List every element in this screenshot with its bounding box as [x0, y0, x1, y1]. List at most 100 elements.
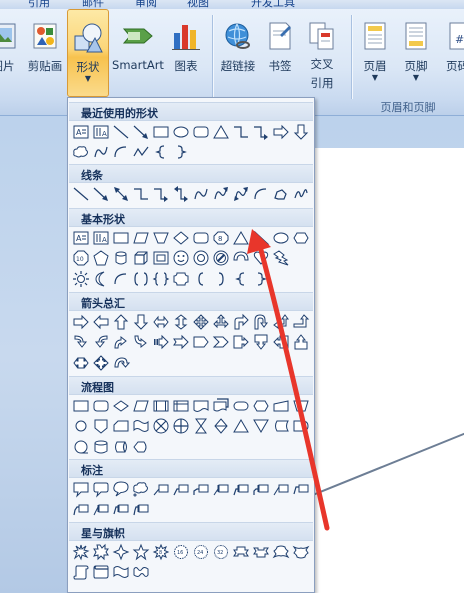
line-callout-1-icon[interactable] — [151, 479, 170, 498]
star-4-icon[interactable] — [111, 542, 130, 561]
explosion-2-icon[interactable] — [91, 542, 110, 561]
freeform-icon[interactable] — [271, 184, 290, 203]
double-wave-icon[interactable] — [131, 563, 150, 582]
rounded-rect-icon[interactable] — [191, 122, 210, 141]
page-number-button[interactable]: # 页码 — [440, 9, 464, 97]
curved-up-arrow-icon[interactable] — [111, 333, 130, 352]
line-callout-1c-icon[interactable] — [271, 479, 290, 498]
scribble-icon[interactable] — [291, 184, 310, 203]
lightning-icon[interactable] — [271, 249, 290, 268]
document-icon[interactable] — [191, 396, 210, 415]
elbow-double-arrow-icon[interactable] — [171, 184, 190, 203]
merge-icon[interactable] — [251, 417, 270, 436]
elbow-arrow-icon[interactable] — [151, 184, 170, 203]
connector-icon[interactable] — [71, 417, 90, 436]
textbox-icon[interactable]: A — [71, 122, 90, 141]
rounded-rect-icon[interactable] — [191, 228, 210, 247]
tab-view[interactable]: 视图 — [187, 0, 209, 9]
plaque-icon[interactable] — [171, 269, 190, 288]
cloud-callout-icon[interactable] — [131, 479, 150, 498]
left-arrow-icon[interactable] — [91, 312, 110, 331]
pentagon-icon[interactable] — [91, 249, 110, 268]
block-arc-icon[interactable] — [231, 249, 250, 268]
left-brace-icon[interactable] — [231, 269, 250, 288]
down-arrow-icon[interactable] — [291, 122, 310, 141]
u-turn-arrow-icon[interactable] — [251, 312, 270, 331]
line-callout-3b-icon[interactable] — [251, 479, 270, 498]
curved-left-arrow-icon[interactable] — [91, 333, 110, 352]
right-brace-icon[interactable] — [171, 143, 190, 162]
horizontal-scroll-icon[interactable] — [91, 563, 110, 582]
chevron-icon[interactable] — [211, 333, 230, 352]
line-callout-3d-icon[interactable] — [131, 500, 150, 519]
data-icon[interactable] — [131, 396, 150, 415]
line-callout-3-icon[interactable] — [191, 479, 210, 498]
line-callout-2-icon[interactable] — [171, 479, 190, 498]
vertical-scroll-icon[interactable] — [71, 563, 90, 582]
parallelogram-icon[interactable] — [131, 228, 150, 247]
magnetic-disk-icon[interactable] — [91, 437, 110, 456]
left-right-up-arrow-icon[interactable] — [211, 312, 230, 331]
star-24-icon[interactable]: 24 — [191, 542, 210, 561]
bookmark-button[interactable]: 书签 — [262, 9, 298, 97]
vtextbox-icon[interactable]: A — [91, 228, 110, 247]
line-callout-2b-icon[interactable] — [231, 479, 250, 498]
left-up-arrow-icon[interactable] — [271, 312, 290, 331]
picture-button[interactable]: 图片 — [0, 9, 20, 97]
line-callout-3c-icon[interactable] — [71, 500, 90, 519]
triangle-icon[interactable] — [231, 228, 250, 247]
line-icon[interactable] — [111, 122, 130, 141]
right-arrow-callout-icon[interactable] — [231, 333, 250, 352]
brace-pair-icon[interactable] — [151, 269, 170, 288]
or-icon[interactable] — [171, 417, 190, 436]
crossref-button[interactable]: 交叉 引用 — [300, 9, 344, 97]
line-icon[interactable] — [71, 184, 90, 203]
collate-icon[interactable] — [191, 417, 210, 436]
up-ribbon-icon[interactable] — [231, 542, 250, 561]
tab-mailings[interactable]: 邮件 — [82, 0, 104, 9]
alternate-process-icon[interactable] — [91, 396, 110, 415]
arc-icon[interactable] — [111, 143, 130, 162]
line-callout-1b-icon[interactable] — [211, 479, 230, 498]
arrow-line-icon[interactable] — [131, 122, 150, 141]
decision-icon[interactable] — [111, 396, 130, 415]
bent-up-arrow-icon[interactable] — [291, 312, 310, 331]
left-brace-icon[interactable] — [151, 143, 170, 162]
clipart-button[interactable]: 剪贴画 — [25, 9, 65, 97]
extract-icon[interactable] — [231, 417, 250, 436]
star-32-icon[interactable]: 32 — [211, 542, 230, 561]
sequential-storage-icon[interactable] — [71, 437, 90, 456]
line-callout-1d-icon[interactable] — [91, 500, 110, 519]
cube-icon[interactable] — [131, 249, 150, 268]
vtextbox-icon[interactable]: A — [91, 122, 110, 141]
moon-icon[interactable] — [91, 269, 110, 288]
quad-arrow-callout-icon[interactable] — [91, 353, 110, 372]
arrow-line-icon[interactable] — [91, 184, 110, 203]
shapes-button[interactable]: 形状 ▼ — [67, 9, 109, 97]
smartart-button[interactable]: SmartArt — [110, 9, 166, 97]
card-icon[interactable] — [111, 417, 130, 436]
no-symbol-icon[interactable] — [211, 249, 230, 268]
donut-icon[interactable] — [191, 249, 210, 268]
bent-arrow-icon[interactable] — [231, 312, 250, 331]
left-right-arrow-callout-icon[interactable] — [71, 353, 90, 372]
summing-junction-icon[interactable] — [151, 417, 170, 436]
sun-icon[interactable] — [71, 269, 90, 288]
left-right-arrow-icon[interactable] — [151, 312, 170, 331]
pentagon-arrow-icon[interactable] — [191, 333, 210, 352]
arc-icon[interactable] — [251, 184, 270, 203]
curved-right-arrow-icon[interactable] — [71, 333, 90, 352]
wave-icon[interactable] — [111, 563, 130, 582]
decagon-icon[interactable]: 10 — [71, 249, 90, 268]
header-button[interactable]: 页眉 ▼ — [356, 9, 394, 97]
stored-data-icon[interactable] — [271, 417, 290, 436]
quad-arrow-icon[interactable] — [191, 312, 210, 331]
oval-icon[interactable] — [271, 228, 290, 247]
elbow-icon[interactable] — [131, 184, 150, 203]
smiley-icon[interactable] — [171, 249, 190, 268]
curve-icon[interactable] — [191, 184, 210, 203]
wave-line-icon[interactable] — [131, 143, 150, 162]
heart-icon[interactable] — [251, 249, 270, 268]
line-callout-2c-icon[interactable] — [291, 479, 310, 498]
oval-icon[interactable] — [171, 122, 190, 141]
